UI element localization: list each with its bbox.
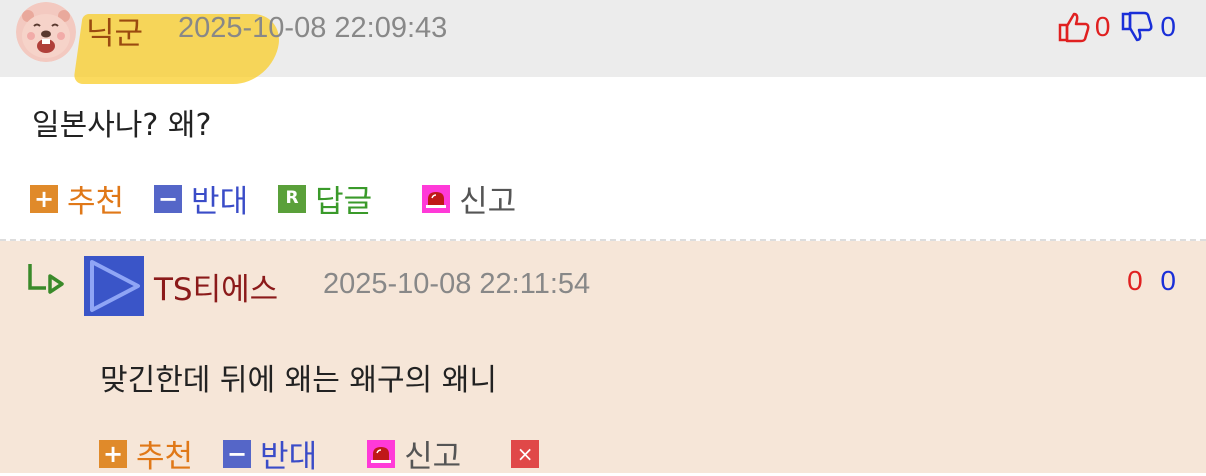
plus-icon: +	[99, 439, 127, 468]
recommend-button[interactable]: + 추천	[30, 176, 124, 221]
report-label: 신고	[459, 184, 517, 220]
recommend-label: 추천	[136, 439, 194, 475]
reply-downvote-count[interactable]: 0	[1160, 265, 1176, 296]
recommend-label: 추천	[67, 184, 125, 220]
reply-recommend-button[interactable]: + 추천	[99, 431, 193, 476]
upvote-count: 0	[1094, 11, 1111, 42]
minus-icon: −	[154, 184, 183, 213]
reply-label: 답글	[315, 184, 373, 220]
beaver-avatar-icon	[16, 2, 76, 62]
reply-body: 맞긴한데 뒤에 왜는 왜구의 왜니	[100, 363, 497, 398]
reply-avatar[interactable]	[84, 256, 144, 316]
delete-button[interactable]: ×	[511, 439, 548, 468]
report-button[interactable]: 신고	[422, 176, 516, 221]
close-icon: ×	[511, 439, 540, 468]
thumbs-down-icon[interactable]	[1120, 10, 1154, 44]
report-label: 신고	[404, 439, 462, 475]
play-triangle-icon	[84, 256, 144, 316]
reply-vote-box: 0 0	[1127, 265, 1176, 297]
reply-report-button[interactable]: 신고	[367, 431, 461, 476]
reply-icon: R	[278, 184, 307, 213]
comment-author[interactable]: 닉군	[86, 8, 143, 53]
reply-author[interactable]: TS티에스	[154, 264, 278, 309]
reply-upvote-count[interactable]: 0	[1127, 265, 1143, 296]
reply-timestamp: 2025-10-08 22:11:54	[323, 268, 591, 300]
comment-timestamp: 2025-10-08 22:09:43	[178, 12, 448, 44]
comment-actions: + 추천 − 반대 R 답글 신고	[30, 176, 546, 221]
oppose-label: 반대	[191, 184, 249, 220]
reply-oppose-button[interactable]: − 반대	[223, 431, 317, 476]
reply-arrow-icon	[28, 264, 64, 294]
oppose-label: 반대	[260, 439, 318, 475]
oppose-button[interactable]: − 반대	[154, 176, 248, 221]
comment-body: 일본사나? 왜?	[32, 108, 212, 143]
thumbs-up-icon[interactable]	[1057, 10, 1091, 44]
reply-button[interactable]: R 답글	[278, 176, 372, 221]
reply-actions: + 추천 − 반대 신고 ×	[99, 431, 578, 476]
downvote-count: 0	[1160, 11, 1176, 42]
minus-icon: −	[223, 439, 252, 468]
siren-icon	[367, 439, 396, 468]
comment-vote-box: 0 0	[1057, 10, 1176, 44]
plus-icon: +	[30, 184, 58, 213]
siren-icon	[422, 184, 451, 213]
avatar[interactable]	[16, 2, 76, 62]
